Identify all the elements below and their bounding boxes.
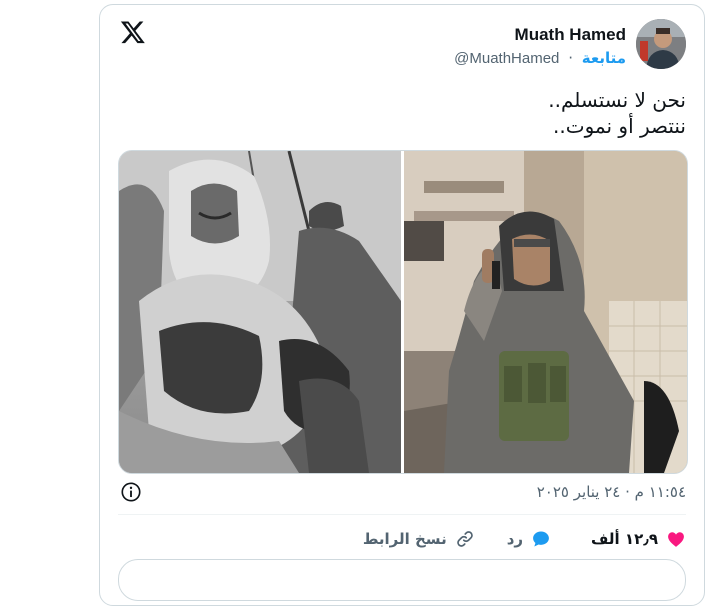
tweet-text: نحن لا نستسلم.. ننتصر أو نموت.. xyxy=(548,87,686,139)
link-icon xyxy=(456,531,473,547)
archival-photo[interactable] xyxy=(119,151,401,473)
like-button[interactable]: ١٢٫٩ ألف xyxy=(591,529,686,549)
divider xyxy=(118,514,686,515)
tweet-timestamp[interactable]: ١١:٥٤ م · ٢٤ يناير ٢٠٢٥ xyxy=(537,483,686,501)
tweet-header: Muath Hamed متابعة · @MuathHamed xyxy=(386,19,686,77)
reply-button[interactable]: رد xyxy=(507,529,551,549)
follow-button[interactable]: متابعة xyxy=(582,49,626,67)
separator-dot: · xyxy=(568,49,573,67)
action-bar: ١٢٫٩ ألف رد نسخ الرابط xyxy=(363,525,686,553)
tweet-media[interactable] xyxy=(118,150,688,474)
avatar[interactable] xyxy=(636,19,686,69)
like-count: ١٢٫٩ ألف xyxy=(591,530,658,548)
author-handle[interactable]: @MuathHamed xyxy=(454,50,559,67)
modern-photo[interactable] xyxy=(404,151,687,473)
tweet-embed-card: Muath Hamed متابعة · @MuathHamed نحن لا … xyxy=(99,4,705,606)
info-icon[interactable] xyxy=(120,481,142,503)
copy-link-button[interactable]: نسخ الرابط xyxy=(363,529,475,549)
read-replies-button[interactable] xyxy=(118,559,686,601)
tweet-text-line-2: ننتصر أو نموت.. xyxy=(553,114,686,138)
speech-bubble-icon xyxy=(533,531,549,547)
author-subline: متابعة · @MuathHamed xyxy=(454,49,626,67)
x-logo-icon[interactable] xyxy=(120,19,146,45)
copy-link-label: نسخ الرابط xyxy=(362,530,447,548)
heart-icon xyxy=(668,532,684,547)
reply-label: رد xyxy=(506,530,524,548)
author-name[interactable]: Muath Hamed xyxy=(515,25,626,45)
tweet-text-line-1: نحن لا نستسلم.. xyxy=(548,88,686,112)
